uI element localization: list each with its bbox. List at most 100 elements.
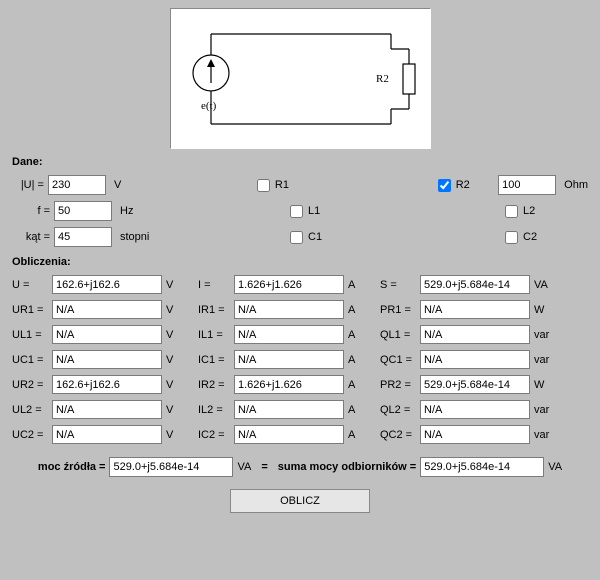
result-row: UC2 =VIC2 =AQC2 =var <box>12 422 588 447</box>
c1-label: C1 <box>308 231 322 243</box>
result-unit: A <box>344 354 374 366</box>
result-row: UL2 =VIL2 =AQL2 =var <box>12 397 588 422</box>
result-unit: A <box>344 304 374 316</box>
l2-checkbox[interactable] <box>505 205 518 218</box>
u-label: |U| = <box>12 179 48 191</box>
result-row: UR1 = V IR1 = A PR1 = W <box>12 297 588 322</box>
src-power-output[interactable] <box>109 457 233 477</box>
result-row: UR2 =VIR2 =APR2 =W <box>12 372 588 397</box>
result-output[interactable] <box>420 300 530 319</box>
result-label: UR2 = <box>12 379 52 391</box>
result-unit: V <box>162 304 192 316</box>
result-label: UC1 = <box>12 354 52 366</box>
result-output[interactable] <box>420 400 530 419</box>
result-output[interactable] <box>234 400 344 419</box>
result-output[interactable] <box>420 350 530 369</box>
result-unit: V <box>162 329 192 341</box>
sum-power-label: suma mocy odbiorników = <box>278 461 416 473</box>
result-output[interactable] <box>234 425 344 444</box>
result-unit: VA <box>530 279 556 291</box>
result-output[interactable] <box>234 375 344 394</box>
r2-checkbox[interactable] <box>438 179 451 192</box>
obliczenia-heading: Obliczenia: <box>12 256 588 268</box>
result-output[interactable] <box>52 400 162 419</box>
r2-label: R2 <box>456 179 470 191</box>
result-label: QC1 = <box>380 354 420 366</box>
result-unit: A <box>344 379 374 391</box>
result-row: UC1 = V IC1 = A QC1 = var <box>12 347 588 372</box>
result-label: PR1 = <box>380 304 420 316</box>
source-label: e(t) <box>201 100 217 112</box>
result-output[interactable] <box>420 375 530 394</box>
result-unit: A <box>344 279 374 291</box>
result-unit: A <box>344 404 374 416</box>
result-output[interactable] <box>52 325 162 344</box>
equals-sign: = <box>255 461 273 473</box>
result-label: IR1 = <box>198 304 234 316</box>
f-label: f = <box>12 205 54 217</box>
result-label: I = <box>198 279 234 291</box>
result-output[interactable] <box>420 325 530 344</box>
c2-checkbox[interactable] <box>505 231 518 244</box>
result-output[interactable] <box>52 350 162 369</box>
result-output[interactable] <box>234 275 344 294</box>
f-input[interactable] <box>54 201 112 221</box>
result-label: QC2 = <box>380 429 420 441</box>
f-unit: Hz <box>112 205 172 217</box>
r1-label: R1 <box>275 179 289 191</box>
result-label: UR1 = <box>12 304 52 316</box>
u-input[interactable] <box>48 175 106 195</box>
result-row: U =VI =AS =VA <box>12 272 588 297</box>
schematic-panel: e(t) R2 <box>12 0 588 154</box>
result-output[interactable] <box>52 275 162 294</box>
va-unit-2: VA <box>548 461 562 473</box>
result-unit: A <box>344 329 374 341</box>
sum-power-output[interactable] <box>420 457 544 477</box>
result-unit: W <box>530 304 556 316</box>
result-label: IC1 = <box>198 354 234 366</box>
l1-label: L1 <box>308 205 320 217</box>
u-unit: V <box>106 179 158 191</box>
dane-heading: Dane: <box>12 156 588 168</box>
result-unit: V <box>162 379 192 391</box>
result-label: IL1 = <box>198 329 234 341</box>
result-unit: V <box>162 354 192 366</box>
oblicz-button[interactable]: OBLICZ <box>230 489 370 513</box>
result-label: S = <box>380 279 420 291</box>
result-label: IR2 = <box>198 379 234 391</box>
kat-label: kąt = <box>12 231 54 243</box>
kat-unit: stopni <box>112 231 172 243</box>
result-row: UL1 = V IL1 = A QL1 = var <box>12 322 588 347</box>
result-unit: var <box>530 354 556 366</box>
result-output[interactable] <box>420 275 530 294</box>
result-output[interactable] <box>234 325 344 344</box>
result-unit: W <box>530 379 556 391</box>
result-output[interactable] <box>234 350 344 369</box>
result-output[interactable] <box>52 300 162 319</box>
kat-input[interactable] <box>54 227 112 247</box>
result-label: QL1 = <box>380 329 420 341</box>
result-label: QL2 = <box>380 404 420 416</box>
result-unit: V <box>162 429 192 441</box>
result-label: UC2 = <box>12 429 52 441</box>
va-unit-1: VA <box>237 461 251 473</box>
src-power-label: moc źródła = <box>38 461 106 473</box>
result-unit: V <box>162 404 192 416</box>
result-output[interactable] <box>52 425 162 444</box>
l2-label: L2 <box>523 205 535 217</box>
result-output[interactable] <box>234 300 344 319</box>
result-output[interactable] <box>52 375 162 394</box>
result-unit: var <box>530 329 556 341</box>
r1-checkbox[interactable] <box>257 179 270 192</box>
l1-checkbox[interactable] <box>290 205 303 218</box>
result-label: IL2 = <box>198 404 234 416</box>
result-unit: var <box>530 429 556 441</box>
result-label: U = <box>12 279 52 291</box>
circuit-schematic: e(t) R2 <box>170 8 430 148</box>
result-label: UL2 = <box>12 404 52 416</box>
r2-input[interactable] <box>498 175 556 195</box>
c1-checkbox[interactable] <box>290 231 303 244</box>
load-label: R2 <box>376 73 389 85</box>
result-output[interactable] <box>420 425 530 444</box>
result-label: UL1 = <box>12 329 52 341</box>
